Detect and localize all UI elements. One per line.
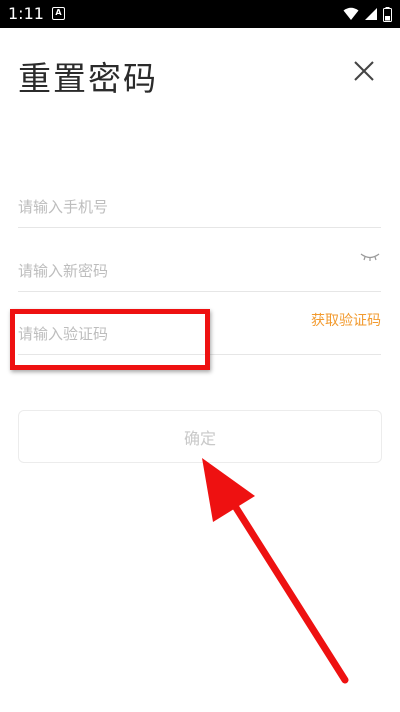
eye-closed-icon[interactable] [359,251,381,263]
phone-input[interactable] [18,187,318,227]
notification-icon: A [52,7,65,20]
page-title: 重置密码 [18,59,158,98]
system-icons [343,6,392,22]
signal-icon [365,8,377,20]
close-icon[interactable] [350,58,378,86]
battery-icon [383,6,392,22]
annotation-highlight-box [10,309,210,370]
get-code-button[interactable]: 获取验证码 [311,310,381,330]
password-field [18,251,381,292]
wifi-icon [343,7,359,20]
new-password-input[interactable] [18,251,318,291]
confirm-button[interactable]: 确定 [18,410,382,463]
status-time: 1:11 [8,4,44,23]
phone-field [18,187,381,228]
status-bar: 1:11 A [0,0,400,28]
